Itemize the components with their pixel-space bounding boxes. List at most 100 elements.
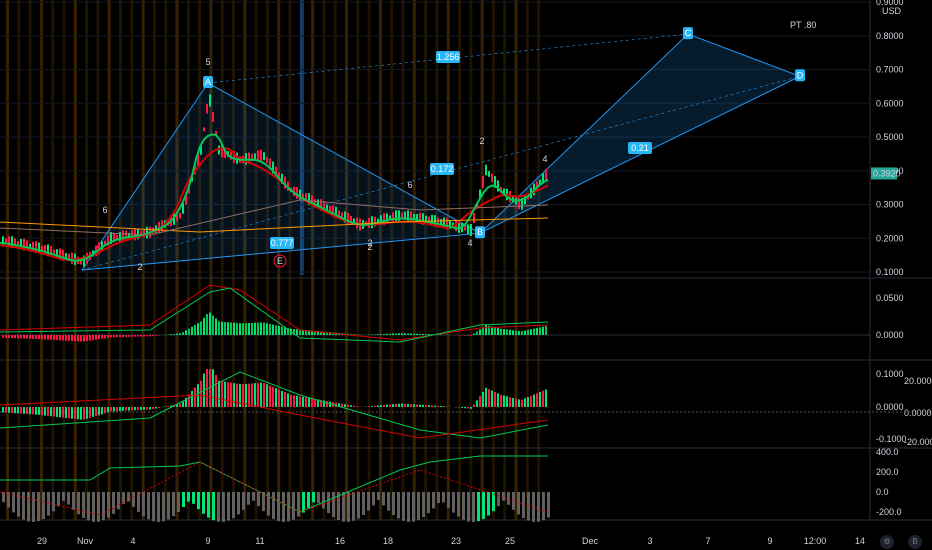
macd-histogram-bar bbox=[542, 326, 544, 335]
macd-histogram-bar bbox=[518, 331, 520, 335]
osc-histogram-bar bbox=[425, 405, 427, 407]
trading-chart[interactable]: 0.90000.80000.70000.60000.50000.40000.30… bbox=[0, 0, 932, 550]
osc-histogram-bar bbox=[272, 386, 274, 407]
osc-histogram-bar bbox=[47, 407, 49, 416]
osc-histogram-bar bbox=[191, 390, 193, 407]
macd-histogram-bar bbox=[410, 333, 412, 335]
settings-button[interactable]: ⚙ bbox=[880, 535, 894, 549]
osc-histogram-bar bbox=[167, 406, 169, 407]
macd-histogram-bar bbox=[248, 322, 250, 335]
cci-bar bbox=[22, 492, 25, 520]
osc-histogram-bar bbox=[311, 398, 313, 407]
cci-bar bbox=[332, 492, 335, 518]
cci-bar bbox=[132, 492, 135, 507]
candle bbox=[407, 210, 409, 223]
osc-histogram-bar bbox=[407, 403, 409, 407]
cci-bar bbox=[177, 492, 180, 512]
candle bbox=[467, 224, 469, 234]
osc-histogram-bar bbox=[308, 397, 310, 407]
cci-bar bbox=[142, 492, 145, 517]
osc-histogram-bar bbox=[500, 394, 502, 407]
osc-histogram-bar bbox=[119, 407, 121, 412]
osc-histogram-bar bbox=[266, 384, 268, 407]
macd-histogram-bar bbox=[407, 333, 409, 335]
macd-histogram-bar bbox=[266, 323, 268, 335]
macd-histogram-bar bbox=[185, 330, 187, 335]
macd-histogram-bar bbox=[425, 333, 427, 335]
cci-bar bbox=[422, 492, 425, 518]
chart-stage[interactable]: 0.90000.80000.70000.60000.50000.40000.30… bbox=[0, 0, 932, 550]
macd-histogram-bar bbox=[2, 335, 4, 338]
ratio-label: 0.777 bbox=[271, 238, 294, 248]
osc-histogram-bar bbox=[461, 407, 463, 408]
session-shade bbox=[322, 0, 326, 520]
osc-histogram-bar bbox=[227, 382, 229, 407]
osc-histogram-bar bbox=[416, 404, 418, 407]
cci-bar bbox=[527, 492, 530, 521]
osc-histogram-bar bbox=[470, 407, 472, 409]
cci-bar bbox=[72, 492, 75, 510]
macd-histogram-bar bbox=[251, 322, 253, 335]
macd-histogram-bar bbox=[152, 335, 154, 337]
cci-bar bbox=[357, 492, 360, 519]
osc-histogram-bar bbox=[512, 397, 514, 407]
osc-histogram-bar bbox=[158, 407, 160, 408]
osc-histogram-bar bbox=[542, 390, 544, 407]
candle bbox=[455, 220, 457, 232]
cci-bar bbox=[507, 492, 510, 505]
macd-histogram-bar bbox=[113, 335, 115, 338]
macd-histogram-bar bbox=[263, 322, 265, 335]
osc-histogram-bar bbox=[524, 398, 526, 407]
cci-bar bbox=[47, 492, 50, 516]
cci-bar bbox=[27, 492, 30, 522]
auto-scale-button[interactable]: B bbox=[908, 535, 922, 549]
osc-histogram-bar bbox=[71, 407, 73, 419]
macd-histogram-bar bbox=[422, 333, 424, 335]
macd-histogram-bar bbox=[479, 329, 481, 335]
session-shade bbox=[39, 0, 43, 520]
macd-histogram-bar bbox=[536, 327, 538, 335]
osc-histogram-bar bbox=[431, 405, 433, 407]
cci-bar bbox=[92, 492, 95, 522]
cci-bar bbox=[247, 492, 250, 505]
session-shade bbox=[435, 0, 439, 520]
osc-histogram-bar bbox=[527, 397, 529, 407]
macd-histogram-bar bbox=[86, 335, 88, 342]
osc-histogram-bar bbox=[26, 407, 28, 415]
macd-histogram-bar bbox=[482, 327, 484, 335]
osc-histogram-bar bbox=[83, 407, 85, 420]
macd-histogram-bar bbox=[20, 335, 22, 339]
cci-bar bbox=[377, 492, 380, 501]
cci-bar bbox=[277, 492, 280, 522]
cci-bar bbox=[312, 492, 315, 503]
macd-histogram-bar bbox=[506, 329, 508, 335]
cci-bar bbox=[292, 492, 295, 520]
osc-histogram-bar bbox=[536, 393, 538, 407]
macd-histogram-bar bbox=[11, 335, 13, 339]
macd-histogram-bar bbox=[107, 335, 109, 338]
osc-histogram-bar bbox=[479, 396, 481, 407]
osc-histogram-bar bbox=[305, 397, 307, 407]
osc-histogram-bar bbox=[218, 380, 220, 407]
macd-histogram-bar bbox=[173, 333, 175, 335]
osc-histogram-bar bbox=[440, 405, 442, 407]
cci-bar bbox=[402, 492, 405, 521]
macd-histogram-bar bbox=[473, 333, 475, 335]
cci-bar bbox=[302, 492, 305, 513]
osc-histogram-bar bbox=[299, 396, 301, 407]
macd-histogram-bar bbox=[32, 335, 34, 339]
pattern-point-label: B bbox=[477, 227, 483, 237]
osc-histogram-bar bbox=[245, 383, 247, 407]
osc-histogram-bar bbox=[290, 394, 292, 407]
macd-histogram-bar bbox=[224, 321, 226, 335]
macd-histogram-bar bbox=[146, 335, 148, 337]
macd-histogram-bar bbox=[26, 335, 28, 339]
osc-histogram-bar bbox=[41, 407, 43, 416]
price-tick-label: 0.5000 bbox=[876, 132, 904, 142]
osc-histogram-bar bbox=[422, 404, 424, 407]
macd-histogram-bar bbox=[41, 335, 43, 340]
osc-histogram-bar bbox=[377, 405, 379, 407]
osc-histogram-bar bbox=[467, 407, 469, 409]
date-tick-label: 9 bbox=[767, 536, 772, 546]
macd-histogram-bar bbox=[398, 333, 400, 335]
